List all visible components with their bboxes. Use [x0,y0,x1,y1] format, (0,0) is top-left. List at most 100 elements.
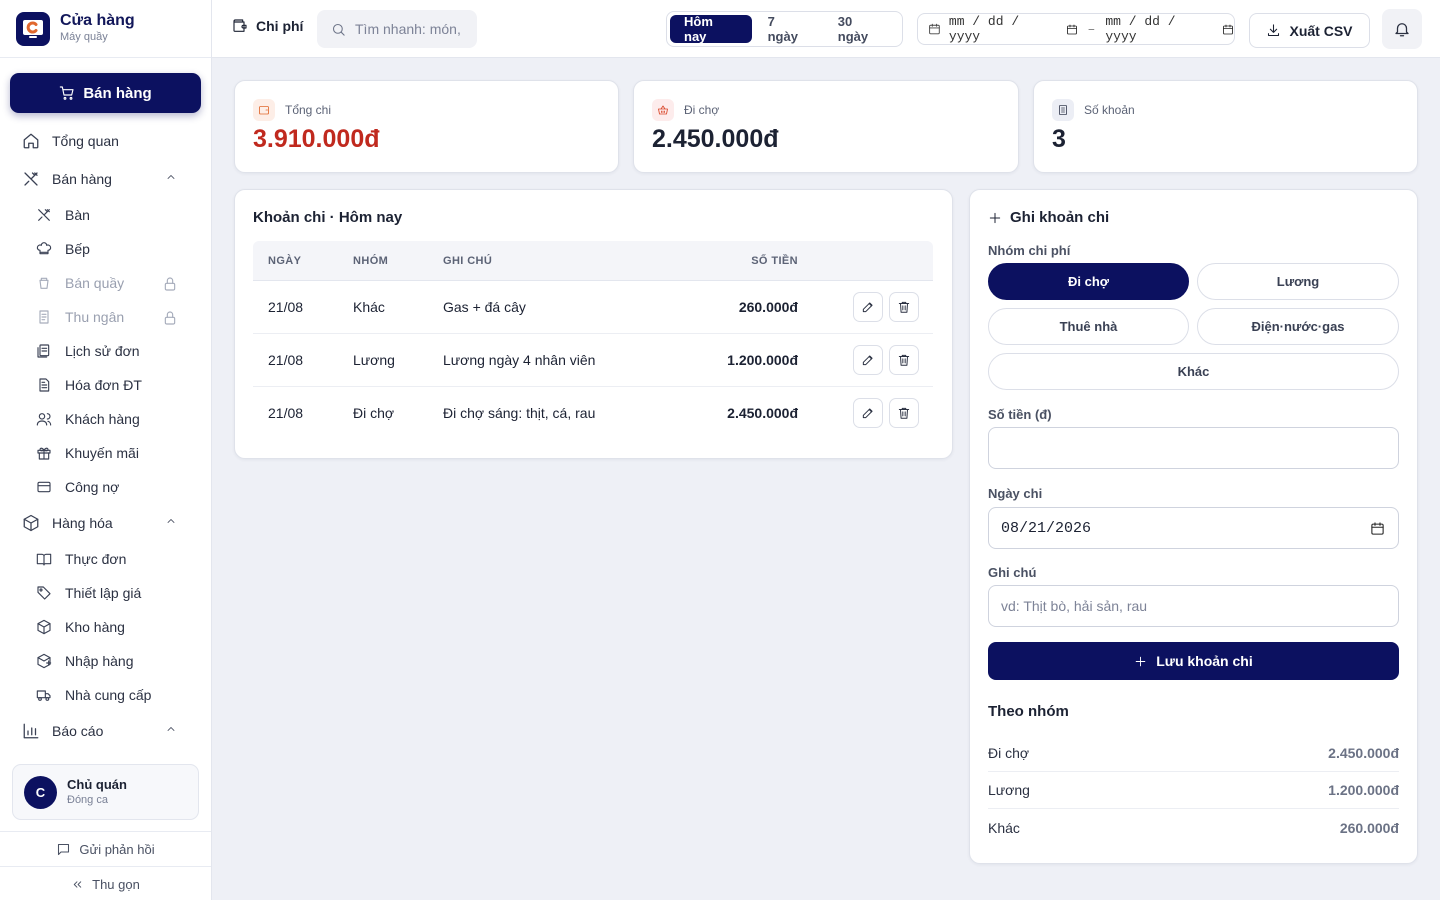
sidebar-item-label: Thiết lập giá [65,585,142,601]
row-amount: 2.450.000đ [727,405,798,421]
utensils-icon [24,172,38,186]
sidebar-group-bao-cao[interactable]: Báo cáo [0,712,211,750]
sidebar-item-label: Bán quầy [65,275,125,291]
notifications-button[interactable] [1382,9,1422,49]
sidebar-item-label: Kho hàng [65,619,125,635]
category-chip-luong[interactable]: Lương [1197,263,1399,300]
sidebar-item-label: Lịch sử đơn [65,343,140,359]
sidebar-item-bep[interactable]: Bếp [0,232,211,266]
user-name: Chủ quán [67,777,127,792]
page-title-text: Chi phí [256,18,304,34]
note-input[interactable]: vd: Thịt bò, hải sản, rau [988,585,1399,627]
lock-icon [164,277,176,291]
pencil-icon [862,355,873,366]
collapse-button[interactable]: Thu gọn [0,866,211,900]
sidebar-group-hang-hoa[interactable]: Hàng hóa [0,504,211,542]
sell-button[interactable]: Bán hàng [10,73,201,113]
category-chip-dien-nuoc-gas[interactable]: Điện·nước·gas [1197,308,1399,345]
range-30-days-button[interactable]: 30 ngày [824,14,899,44]
history-icon [37,344,50,358]
row-note: Gas + đá cây [443,299,526,315]
chevron-up-icon [167,727,175,731]
sidebar-group-ban-hang[interactable]: Bán hàng [0,160,211,198]
date-label: Ngày chi [988,486,1043,501]
plus-icon [1135,656,1146,666]
sidebar-item-cong-no[interactable]: Công nợ [0,470,211,504]
search-icon [332,23,345,36]
column-header-date: NGÀY [268,255,302,267]
category-chip-khac[interactable]: Khác [988,353,1399,390]
calendar-icon[interactable] [1066,23,1078,36]
note-placeholder: vd: Thịt bò, hải sản, rau [1001,598,1148,614]
sidebar-item-nhap-hang[interactable]: Nhập hàng [0,644,211,678]
stat-card-count: Số khoản 3 [1033,80,1418,173]
sell-button-label: Bán hàng [83,84,152,102]
sidebar-item-khuyen-mai[interactable]: Khuyến mãi [0,436,211,470]
table-row: 21/08 Khác Gas + đá cây 260.000đ [253,281,933,334]
date-to-input[interactable]: mm / dd / yyyy [1105,14,1206,44]
sidebar-item-hoa-don-dt[interactable]: Hóa đơn ĐT [0,368,211,402]
feedback-button[interactable]: Gửi phản hồi [0,831,211,866]
sidebar-item-label: Khuyến mãi [65,445,139,461]
stat-value: 3.910.000đ [253,125,380,153]
sidebar-item-khach-hang[interactable]: Khách hàng [0,402,211,436]
range-7-days-button[interactable]: 7 ngày [754,14,822,44]
wallet-icon [253,99,275,121]
category-chip-di-cho[interactable]: Đi chợ [988,263,1189,300]
basket-icon [652,99,674,121]
export-csv-button[interactable]: Xuất CSV [1249,13,1370,48]
sidebar-item-nha-cung-cap[interactable]: Nhà cung cấp [0,678,211,712]
sidebar-item-ban[interactable]: Bàn [0,198,211,232]
top-bar: Chi phí Hôm nay 7 ngày 30 ngày mm / dd /… [212,0,1440,58]
export-csv-label: Xuất CSV [1289,22,1353,39]
sidebar-item-thuc-don[interactable]: Thực đơn [0,542,211,576]
search-input[interactable] [355,21,465,37]
trash-icon [898,354,910,366]
bell-icon [1395,23,1409,37]
box-icon [23,514,39,532]
calendar-icon[interactable] [1370,521,1385,536]
range-today-button[interactable]: Hôm nay [670,14,752,44]
user-card[interactable]: C Chủ quán Đóng ca [12,764,199,820]
calendar-icon[interactable] [1222,23,1234,36]
delete-button[interactable] [889,345,919,375]
group-summary-row: Khác 260.000đ [988,809,1399,846]
sidebar-item-tong-quan[interactable]: Tổng quan [0,122,211,160]
edit-button[interactable] [853,345,883,375]
pencil-icon [862,302,873,313]
category-chip-thue-nha[interactable]: Thuê nhà [988,308,1189,345]
amount-label: Số tiền (đ) [988,407,1052,422]
credit-card-icon [37,481,51,493]
brand[interactable]: Cửa hàng Máy quầy [0,0,211,58]
truck-icon [36,690,51,701]
edit-button[interactable] [853,398,883,428]
trash-icon [898,301,910,313]
stat-value: 3 [1052,125,1066,153]
sidebar-item-thiet-lap-gia[interactable]: Thiết lập giá [0,576,211,610]
delete-button[interactable] [889,398,919,428]
users-icon [36,413,52,426]
sidebar-item-thu-ngan[interactable]: Thu ngân [0,300,211,334]
sidebar-item-kho-hang[interactable]: Kho hàng [0,610,211,644]
date-input[interactable]: 08/21/2026 [988,507,1399,549]
save-expense-button[interactable]: Lưu khoản chi [988,642,1399,680]
stat-card-market: Đi chợ 2.450.000đ [633,80,1019,173]
sidebar-item-ban-quay[interactable]: Bán quầy [0,266,211,300]
sidebar-item-label: Hàng hóa [52,515,113,531]
stat-label: Đi chợ [684,103,720,117]
row-date: 21/08 [268,405,304,421]
page-title: Chi phí [232,18,303,34]
form-title: Ghi khoản chi [988,209,1109,226]
sidebar-item-lich-su-don[interactable]: Lịch sử đơn [0,334,211,368]
category-label: Nhóm chi phí [988,243,1071,258]
sidebar-item-label: Báo cáo [52,723,104,739]
delete-button[interactable] [889,292,919,322]
avatar: C [24,775,57,809]
edit-button[interactable] [853,292,883,322]
amount-input[interactable] [988,427,1399,469]
sidebar: Cửa hàng Máy quầy Bán hàng Tổng quan Bán… [0,0,212,900]
search-box[interactable] [317,10,477,48]
note-label: Ghi chú [988,565,1037,580]
date-from-input[interactable]: mm / dd / yyyy [949,14,1050,44]
group-value: 260.000đ [1339,819,1399,836]
